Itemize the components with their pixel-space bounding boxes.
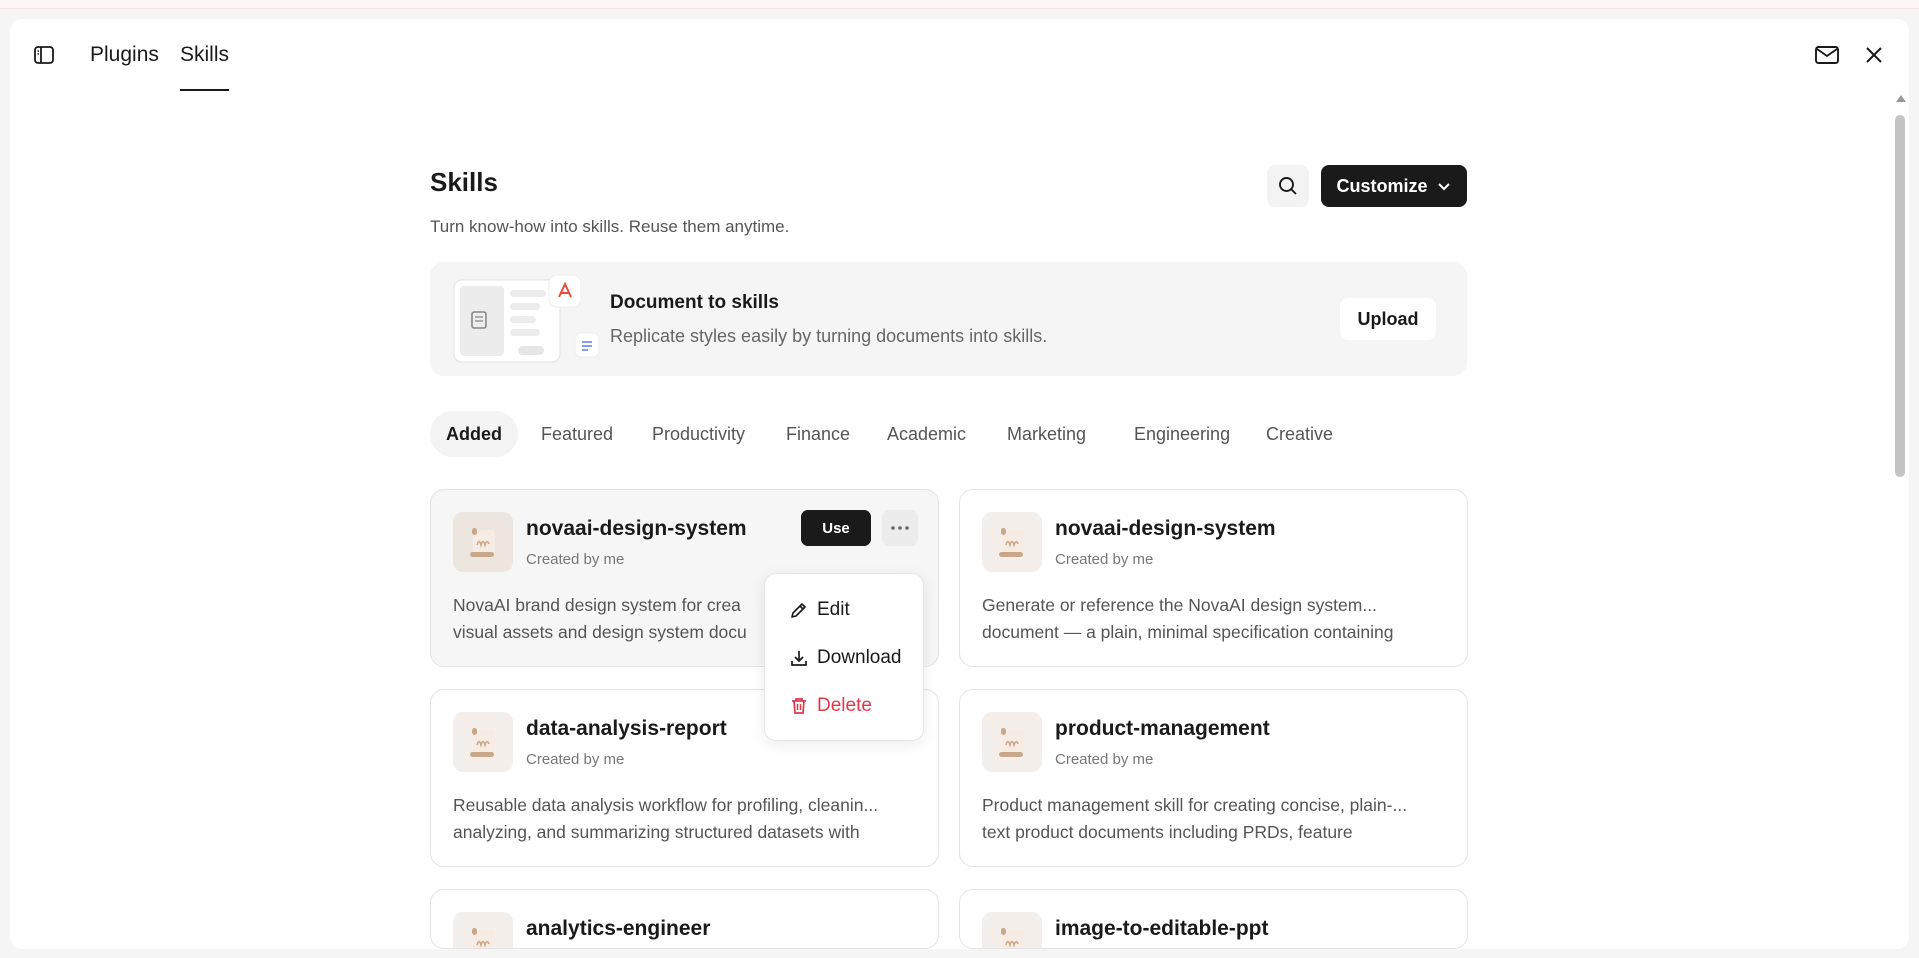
scroll-icon <box>472 928 495 948</box>
more-horizontal-icon <box>891 526 909 530</box>
use-button[interactable]: Use <box>801 510 871 546</box>
document-to-skills-banner: Document to skills Replicate styles easi… <box>430 262 1467 376</box>
category-productivity[interactable]: Productivity <box>636 411 761 457</box>
scroll-up-arrow[interactable] <box>1896 95 1906 102</box>
skill-card[interactable]: product-management Created by me Product… <box>959 689 1468 867</box>
scrollbar[interactable] <box>1893 95 1907 949</box>
more-options-button[interactable] <box>882 510 918 546</box>
search-button[interactable] <box>1267 165 1309 207</box>
menu-item-edit[interactable]: Edit <box>775 590 915 630</box>
upload-button[interactable]: Upload <box>1340 298 1436 340</box>
category-engineering[interactable]: Engineering <box>1118 411 1246 457</box>
menu-item-download[interactable]: Download <box>775 638 915 678</box>
customize-label: Customize <box>1336 175 1428 196</box>
skill-author: Created by me <box>526 551 625 568</box>
category-academic[interactable]: Academic <box>871 411 982 457</box>
menu-item-label: Edit <box>817 599 850 620</box>
skill-card[interactable]: novaai-design-system Created by me Gener… <box>959 489 1468 667</box>
skill-description-line: analyzing, and summarizing structured da… <box>453 822 860 842</box>
skill-name: data-analysis-report <box>526 717 727 740</box>
pdf-icon <box>548 274 582 308</box>
skill-description-line: Reusable data analysis workflow for prof… <box>453 795 879 815</box>
skill-author: Created by me <box>1055 751 1154 768</box>
chevron-down-icon <box>1437 183 1450 191</box>
skill-icon-wrap <box>982 512 1042 572</box>
skill-name: novaai-design-system <box>526 517 747 540</box>
banner-subtitle: Replicate styles easily by turning docum… <box>610 326 1048 346</box>
trash-icon <box>792 698 806 714</box>
category-creative[interactable]: Creative <box>1250 411 1349 457</box>
skill-icon-wrap <box>453 912 513 948</box>
search-icon <box>1279 177 1297 195</box>
menu-item-delete[interactable]: Delete <box>775 686 915 726</box>
download-icon <box>791 651 807 666</box>
banner-title: Document to skills <box>610 292 779 313</box>
mail-button[interactable] <box>1811 39 1843 71</box>
card-options-menu: Edit Download Delete <box>764 573 924 741</box>
document-icon <box>574 332 600 358</box>
scroll-icon <box>999 728 1024 757</box>
skill-author: Created by me <box>526 751 625 768</box>
top-strip <box>0 0 1919 9</box>
category-marketing[interactable]: Marketing <box>991 411 1102 457</box>
skill-name: image-to-editable-ppt <box>1055 917 1269 940</box>
skill-name: novaai-design-system <box>1055 517 1276 540</box>
skill-description: Reusable data analysis workflow for prof… <box>453 792 923 846</box>
close-icon <box>1866 47 1882 63</box>
page-title: Skills <box>430 167 498 197</box>
category-added[interactable]: Added <box>430 411 518 457</box>
sidebar-toggle-button[interactable] <box>28 39 60 71</box>
skill-description-line: document — a plain, minimal specificatio… <box>982 622 1394 642</box>
skill-author: Created by me <box>1055 551 1154 568</box>
scroll-icon <box>1001 928 1024 948</box>
sidebar-toggle-icon <box>34 46 54 64</box>
skill-card[interactable]: analytics-engineer <box>430 889 939 949</box>
page-subtitle: Turn know-how into skills. Reuse them an… <box>430 217 790 236</box>
tab-plugins[interactable]: Plugins <box>90 43 159 91</box>
skill-icon-wrap <box>982 712 1042 772</box>
skill-icon-wrap <box>982 912 1042 948</box>
skill-description-line: text product documents including PRDs, f… <box>982 822 1353 842</box>
menu-item-label: Download <box>817 647 902 668</box>
scroll-icon <box>470 528 495 557</box>
category-finance[interactable]: Finance <box>770 411 866 457</box>
tab-skills[interactable]: Skills <box>180 43 230 91</box>
close-button[interactable] <box>1858 39 1890 71</box>
skill-name: analytics-engineer <box>526 917 711 940</box>
mail-icon <box>1815 46 1839 64</box>
menu-item-label: Delete <box>817 695 872 716</box>
header: Plugins Skills <box>10 19 1909 95</box>
skills-panel: Plugins Skills Skills Turn know-how into… <box>10 19 1909 949</box>
category-featured[interactable]: Featured <box>525 411 629 457</box>
customize-button[interactable]: Customize <box>1321 165 1467 207</box>
scroll-icon <box>999 528 1024 557</box>
scroll-icon <box>470 728 495 757</box>
scroll-thumb[interactable] <box>1895 115 1905 477</box>
skill-name: product-management <box>1055 717 1270 740</box>
skill-icon-wrap <box>453 712 513 772</box>
skill-description: Generate or reference the NovaAI design … <box>982 592 1452 646</box>
skill-icon-wrap <box>453 512 513 572</box>
skill-description-line: Product management skill for creating co… <box>982 795 1408 815</box>
pencil-icon <box>791 603 806 618</box>
skill-description-line: Generate or reference the NovaAI design … <box>982 595 1377 615</box>
skill-description: Product management skill for creating co… <box>982 792 1452 846</box>
skill-card[interactable]: image-to-editable-ppt <box>959 889 1468 949</box>
